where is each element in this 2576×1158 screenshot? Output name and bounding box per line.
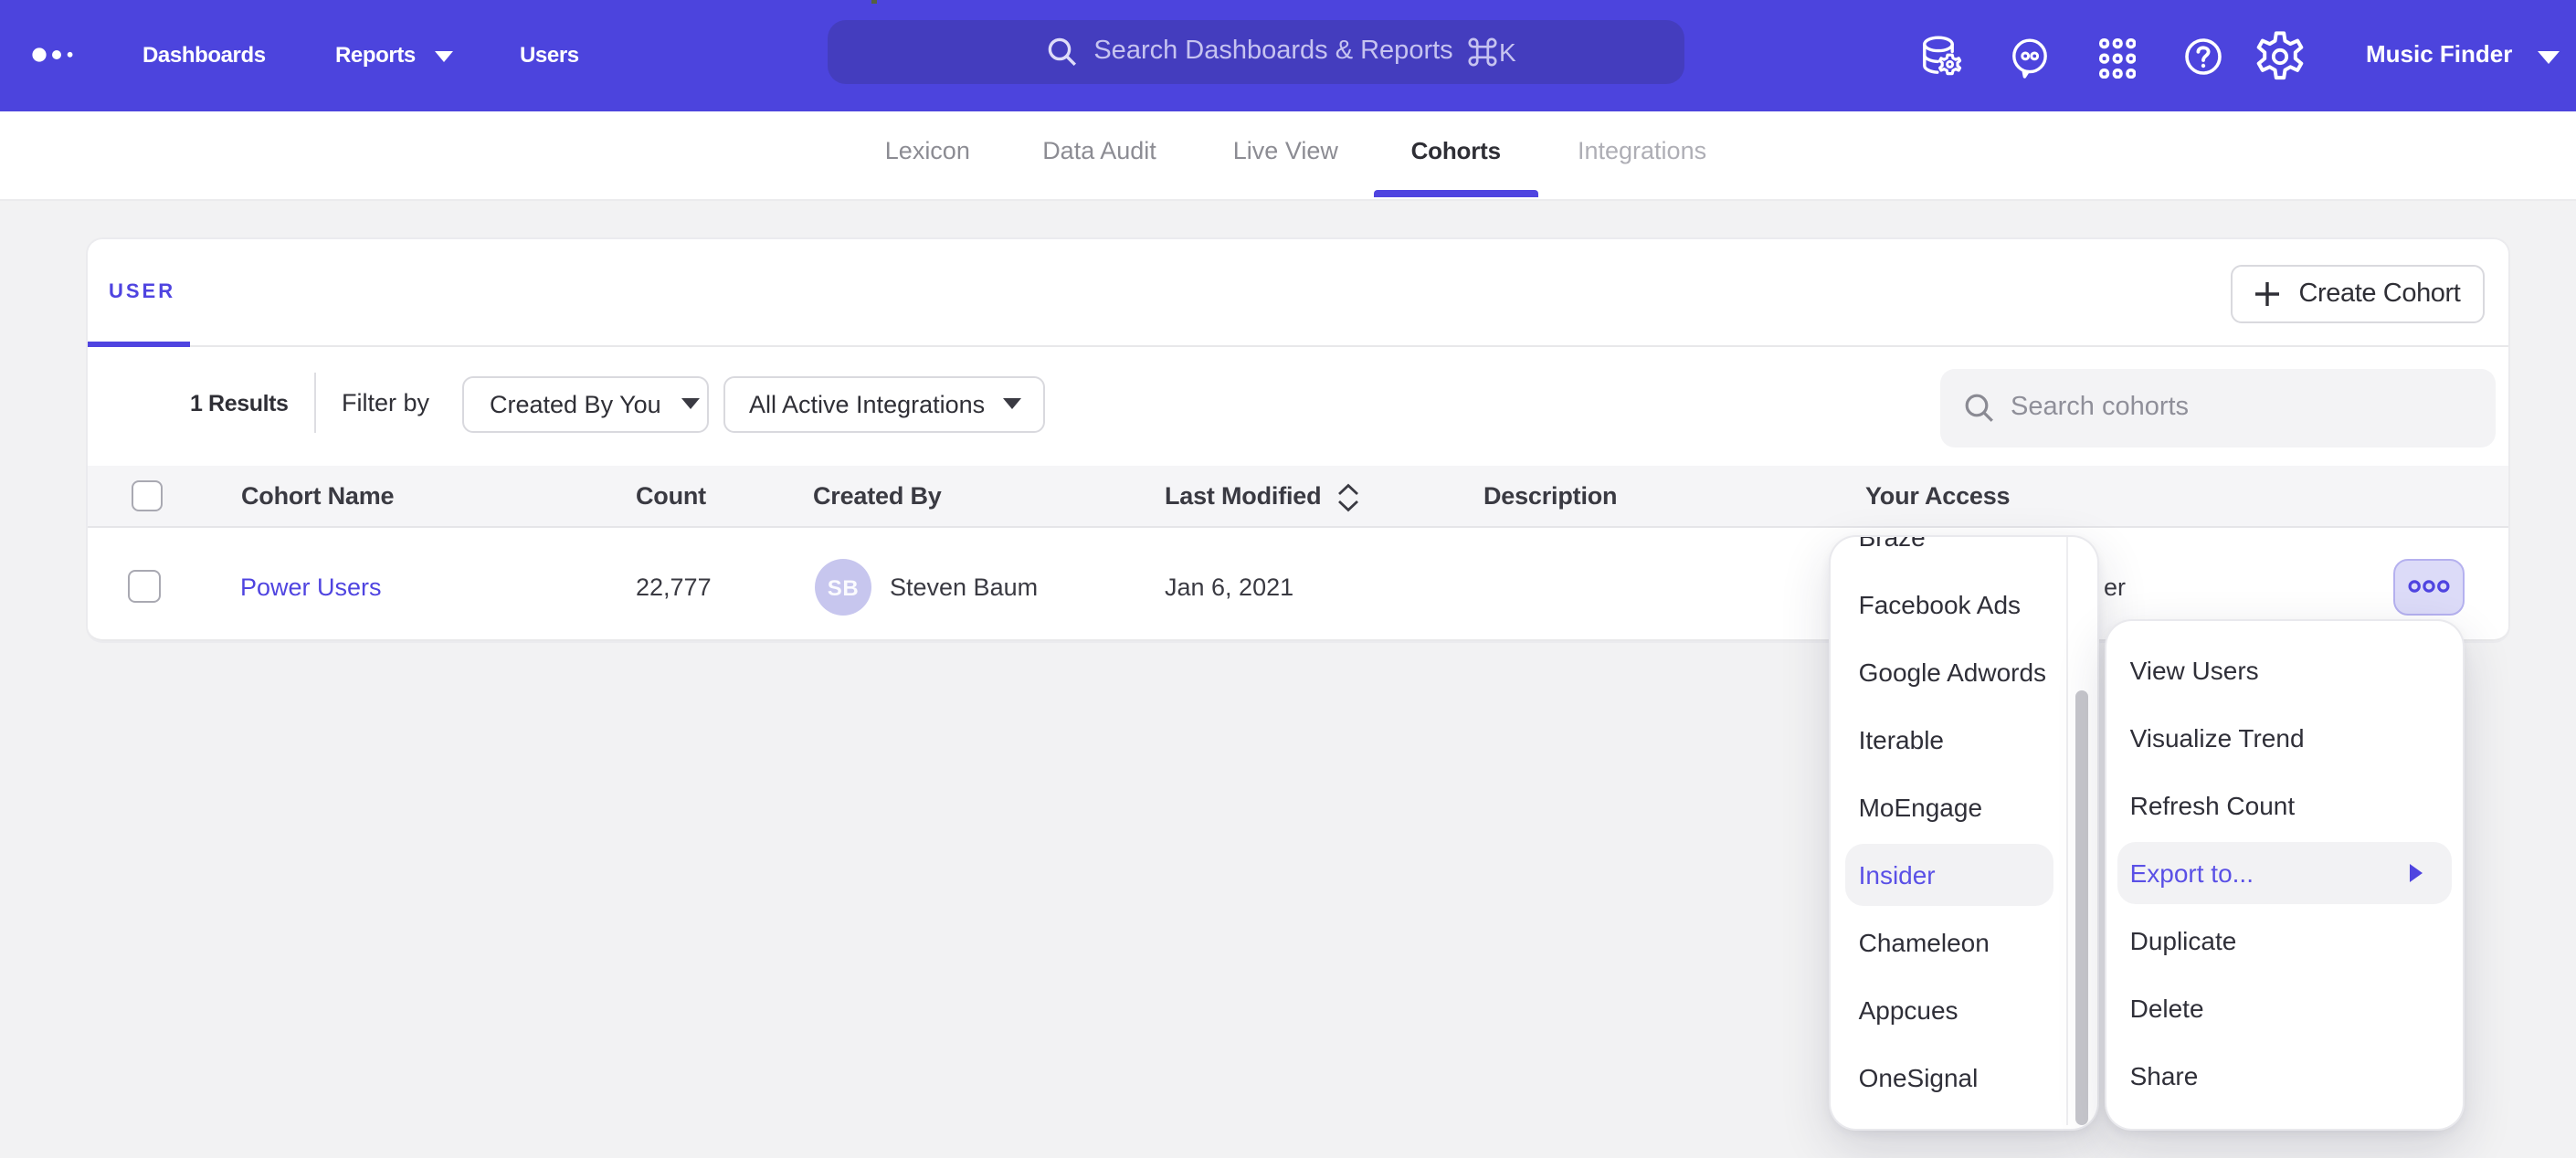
- svg-text:K: K: [1500, 37, 1517, 66]
